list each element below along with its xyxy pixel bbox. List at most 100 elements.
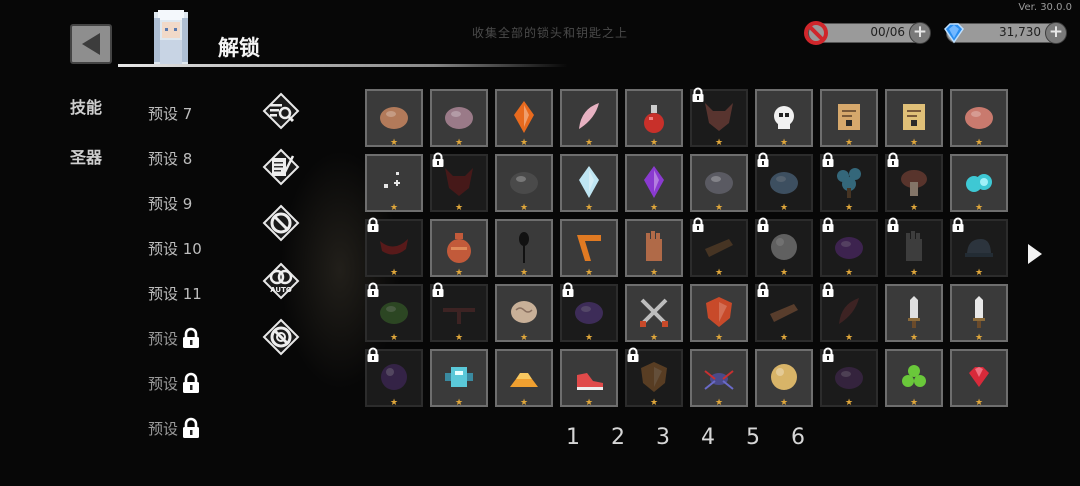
relic-slot[interactable]: ★: [755, 217, 813, 278]
gold-coin-icon: [771, 364, 797, 390]
tab-skills[interactable]: 技能: [70, 94, 102, 118]
relic-slot[interactable]: ★: [560, 219, 618, 278]
relic-slot[interactable]: ★: [820, 152, 878, 213]
gem-add-button[interactable]: +: [1045, 22, 1067, 44]
blue-fist-icon: [770, 172, 798, 194]
relic-slot[interactable]: ★: [885, 349, 943, 408]
meat-icon: [965, 107, 993, 129]
preset-item[interactable]: 预设: [148, 417, 202, 439]
relic-slot[interactable]: ★: [690, 217, 748, 278]
cancel-icon[interactable]: [262, 204, 300, 242]
relic-slot[interactable]: ★: [625, 154, 683, 213]
relic-slot[interactable]: ★: [365, 217, 423, 278]
auto-label: AUTO: [270, 286, 292, 294]
purple-cloak-icon: [835, 367, 863, 389]
relic-slot[interactable]: ★: [625, 284, 683, 343]
relic-slot[interactable]: ★: [430, 219, 488, 278]
relic-slot[interactable]: ★: [690, 154, 748, 213]
relic-slot[interactable]: ★: [755, 89, 813, 148]
star-icon: ★: [519, 138, 529, 148]
relic-slot[interactable]: ★: [625, 89, 683, 148]
relic-slot[interactable]: ★: [625, 347, 683, 408]
preset-item[interactable]: 预设 8: [148, 148, 192, 169]
relic-slot[interactable]: ★: [755, 282, 813, 343]
cancel-all-icon[interactable]: [262, 318, 300, 356]
page-number[interactable]: 6: [791, 425, 805, 450]
lock-icon: [757, 152, 769, 167]
orange-boomerang-icon: [577, 235, 601, 261]
relic-slot[interactable]: ★: [950, 217, 1008, 278]
relic-slot[interactable]: ★: [365, 282, 423, 343]
relic-slot[interactable]: ★: [690, 349, 748, 408]
lock-icon: [692, 87, 704, 102]
relic-slot[interactable]: ★: [950, 89, 1008, 148]
relic-slot[interactable]: ★: [560, 89, 618, 148]
relic-slot[interactable]: ★: [885, 284, 943, 343]
star-icon: ★: [454, 203, 464, 213]
preset-item[interactable]: 预设: [148, 372, 202, 394]
relic-slot[interactable]: ★: [430, 152, 488, 213]
ban-add-button[interactable]: +: [909, 22, 931, 44]
relic-slot[interactable]: ★: [430, 89, 488, 148]
relic-slot[interactable]: ★: [820, 217, 878, 278]
preset-item[interactable]: 预设 10: [148, 238, 202, 259]
dark-heart-icon: [445, 168, 473, 196]
lock-icon: [367, 282, 379, 297]
page-number[interactable]: 5: [746, 425, 760, 450]
relic-slot[interactable]: ★: [625, 219, 683, 278]
lock-icon: [692, 217, 704, 232]
relic-slot[interactable]: ★: [885, 217, 943, 278]
letter-icon: [903, 104, 925, 130]
relic-slot[interactable]: ★: [950, 284, 1008, 343]
relic-slot[interactable]: ★: [820, 89, 878, 148]
relic-slot[interactable]: ★: [495, 349, 553, 408]
page-number[interactable]: 2: [611, 425, 625, 450]
relic-slot[interactable]: ★: [690, 284, 748, 343]
star-icon: ★: [714, 203, 724, 213]
search-filter-icon[interactable]: [262, 92, 300, 130]
relic-slot[interactable]: ★: [495, 284, 553, 343]
relic-slot[interactable]: ★: [430, 349, 488, 408]
relic-slot[interactable]: ★: [560, 154, 618, 213]
relic-slot[interactable]: ★: [820, 347, 878, 408]
preset-item[interactable]: 预设: [148, 327, 202, 349]
preset-item[interactable]: 预设 11: [148, 283, 202, 304]
relic-slot[interactable]: ★: [430, 282, 488, 343]
feather-icon: [839, 298, 859, 324]
preset-item[interactable]: 预设 7: [148, 103, 192, 124]
relic-slot[interactable]: ★: [950, 349, 1008, 408]
star-icon: ★: [714, 333, 724, 343]
relic-slot[interactable]: ★: [495, 154, 553, 213]
relic-slot[interactable]: ★: [560, 349, 618, 408]
scroll-quill-icon[interactable]: [262, 148, 300, 186]
plank-icon: [705, 239, 733, 257]
relic-slot[interactable]: ★: [950, 154, 1008, 213]
relic-slot[interactable]: ★: [755, 152, 813, 213]
relic-slot[interactable]: ★: [820, 282, 878, 343]
letter-icon: [838, 104, 860, 130]
relic-slot[interactable]: ★: [365, 154, 423, 213]
preset-item[interactable]: 预设 9: [148, 193, 192, 214]
relic-slot[interactable]: ★: [365, 89, 423, 148]
page-number[interactable]: 3: [656, 425, 670, 450]
auto-icon[interactable]: AUTO: [262, 262, 300, 300]
relic-slot[interactable]: ★: [495, 219, 553, 278]
relic-slot[interactable]: ★: [885, 89, 943, 148]
star-icon: ★: [909, 398, 919, 408]
relic-slot[interactable]: ★: [365, 347, 423, 408]
page-number[interactable]: 1: [566, 425, 580, 450]
bread-loaf-icon: [380, 107, 408, 129]
fire-crystal-icon: [514, 101, 534, 133]
star-icon: ★: [389, 138, 399, 148]
relic-slot[interactable]: ★: [690, 87, 748, 148]
star-icon: ★: [779, 203, 789, 213]
tab-relics[interactable]: 圣器: [70, 144, 102, 168]
page-number[interactable]: 4: [701, 425, 715, 450]
relic-slot[interactable]: ★: [560, 282, 618, 343]
relic-slot[interactable]: ★: [495, 89, 553, 148]
relic-slot[interactable]: ★: [755, 349, 813, 408]
lock-icon: [432, 152, 444, 167]
back-button[interactable]: [70, 24, 112, 64]
chevron-right-icon[interactable]: [1026, 242, 1044, 266]
relic-slot[interactable]: ★: [885, 152, 943, 213]
